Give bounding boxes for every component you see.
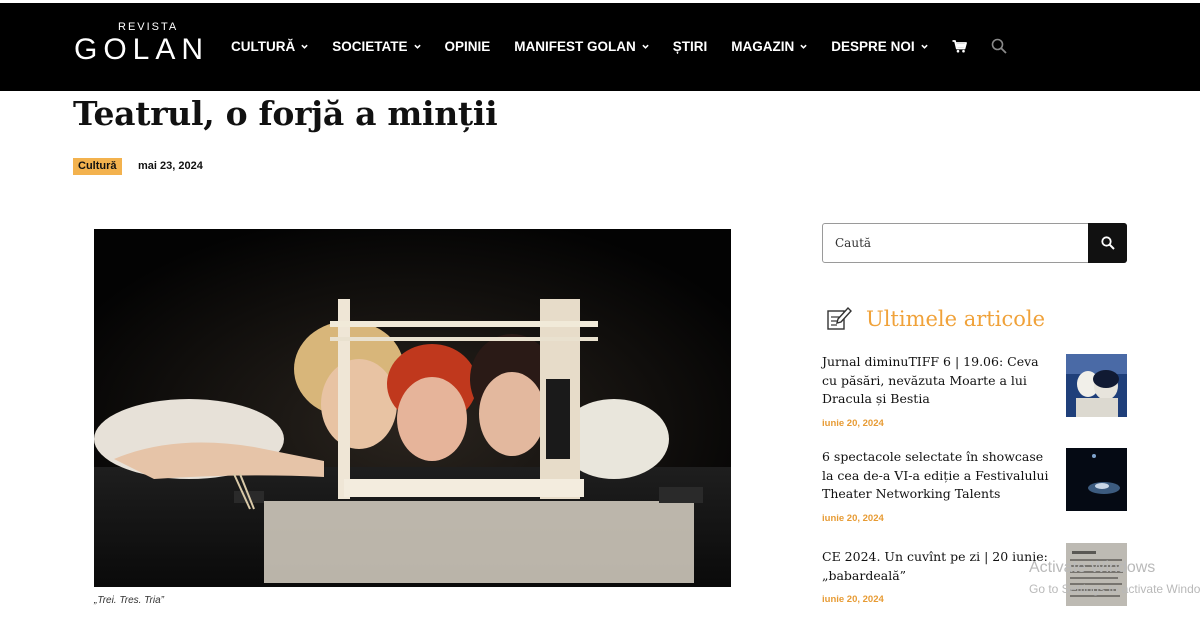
logo-title: GOLAN xyxy=(74,33,210,66)
post-date: iunie 20, 2024 xyxy=(822,512,884,524)
logo-subtitle: REVISTA xyxy=(118,21,179,33)
post-title[interactable]: 6 spectacole selectate în showcase la ce… xyxy=(822,448,1052,504)
chevron-down-icon xyxy=(413,44,421,49)
post-date: iunie 20, 2024 xyxy=(822,417,884,429)
search-input[interactable] xyxy=(823,224,1089,262)
nav-item-manifest-golan[interactable]: MANIFEST GOLAN xyxy=(514,39,649,54)
list-item[interactable]: Jurnal diminuTIFF 6 | 19.06: Ceva cu păs… xyxy=(822,353,1127,429)
nav-item-societate[interactable]: SOCIETATE xyxy=(332,38,421,54)
post-title[interactable]: Jurnal diminuTIFF 6 | 19.06: Ceva cu păs… xyxy=(822,353,1052,409)
site-header: REVISTA GOLAN CULTURĂ SOCIETATE OPINIE M… xyxy=(0,3,1200,91)
main-nav: CULTURĂ SOCIETATE OPINIE MANIFEST GOLAN … xyxy=(231,38,1007,54)
nav-item-label: OPINIE xyxy=(444,38,491,54)
post-thumbnail[interactable] xyxy=(1066,448,1127,511)
chevron-down-icon xyxy=(800,44,807,49)
article-date: mai 23, 2024 xyxy=(138,160,203,172)
nav-item-label: CULTURĂ xyxy=(231,38,296,54)
search-button[interactable] xyxy=(1088,223,1127,263)
category-badge[interactable]: Cultură xyxy=(73,158,122,175)
article-hero-image xyxy=(94,229,731,587)
nav-item-opinie[interactable]: OPINIE xyxy=(445,39,491,54)
nav-item-label: MANIFEST GOLAN xyxy=(514,38,636,54)
list-item[interactable]: 6 spectacole selectate în showcase la ce… xyxy=(822,448,1127,524)
chevron-down-icon xyxy=(920,44,928,49)
chevron-down-icon xyxy=(301,44,308,49)
nav-item-label: SOCIETATE xyxy=(332,38,408,54)
nav-item-label: MAGAZIN xyxy=(731,38,795,54)
edit-icon xyxy=(826,305,852,336)
nav-item-cultura[interactable]: CULTURĂ xyxy=(231,39,308,54)
search-icon xyxy=(1100,236,1115,250)
search-icon[interactable] xyxy=(991,38,1007,54)
nav-item-stiri[interactable]: ȘTIRI xyxy=(673,39,708,54)
activation-watermark-subtitle: Go to Settings to activate Windows. xyxy=(1029,582,1200,596)
cart-icon[interactable] xyxy=(952,39,967,53)
chevron-down-icon xyxy=(642,44,649,49)
image-caption: „Trei. Tres. Tria” xyxy=(94,595,164,606)
nav-item-label: DESPRE NOI xyxy=(831,38,915,54)
stage-photo xyxy=(94,229,731,587)
post-thumbnail[interactable] xyxy=(1066,354,1127,417)
nav-item-magazin[interactable]: MAGAZIN xyxy=(731,39,807,54)
sidebar-search xyxy=(822,223,1127,263)
article-title: Teatrul, o forjă a minții xyxy=(73,94,498,133)
widget-title: Ultimele articole xyxy=(866,307,1045,331)
nav-item-label: ȘTIRI xyxy=(672,38,708,54)
nav-item-despre-noi[interactable]: DESPRE NOI xyxy=(831,38,928,54)
activation-watermark-title: Activate Windows xyxy=(1029,559,1156,576)
post-title[interactable]: CE 2024. Un cuvînt pe zi | 20 iunie: „ba… xyxy=(822,548,1052,585)
